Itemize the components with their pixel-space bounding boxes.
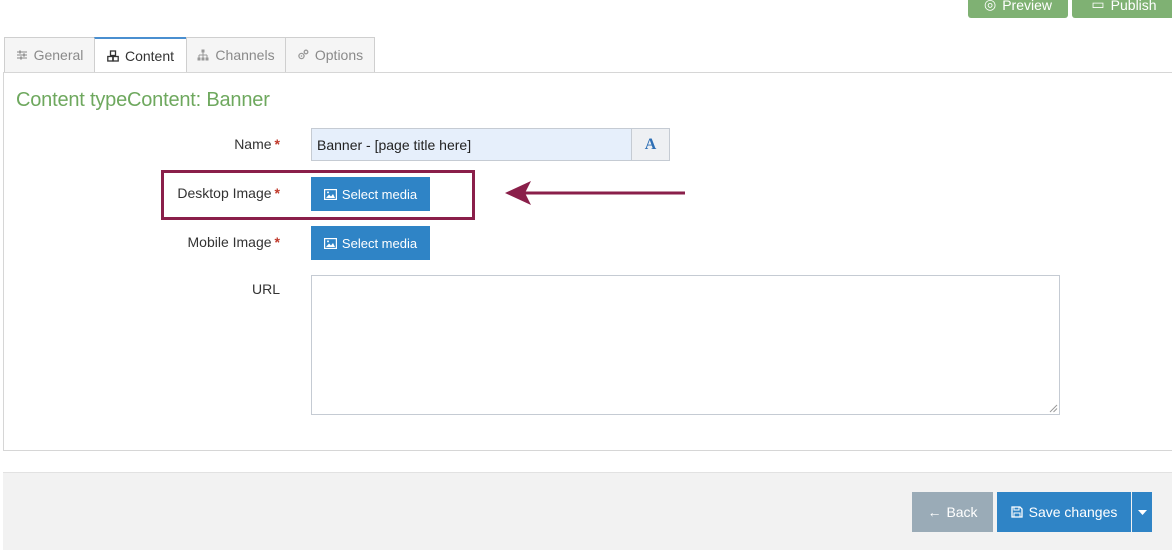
tab-general[interactable]: General <box>4 37 94 73</box>
tab-label: Options <box>314 47 364 63</box>
resize-grip-icon[interactable] <box>1049 404 1058 413</box>
tab-bar: General Content Channels Options <box>4 37 375 74</box>
required-mark: * <box>274 234 280 250</box>
select-media-label: Select media <box>341 235 418 251</box>
mobile-image-label: Mobile Image * <box>187 234 281 250</box>
sitemap-icon <box>197 49 209 61</box>
annotation-arrow-icon <box>505 181 685 205</box>
font-icon: A <box>644 135 657 153</box>
save-changes-button[interactable]: Save changes <box>997 492 1131 532</box>
back-label: Back <box>946 504 978 520</box>
tab-label: General <box>33 47 84 63</box>
cubes-icon <box>107 50 119 62</box>
required-mark: * <box>274 136 280 152</box>
page-title: Content typeContent: Banner <box>16 89 270 111</box>
caret-down-icon <box>1137 509 1147 515</box>
tab-options[interactable]: Options <box>285 37 375 73</box>
tab-label: Channels <box>215 47 275 63</box>
tab-channels[interactable]: Channels <box>186 37 285 73</box>
publish-button[interactable]: ▭ Publish <box>1072 0 1172 18</box>
sliders-icon <box>16 50 27 60</box>
gears-icon <box>298 49 309 60</box>
save-options-dropdown-button[interactable] <box>1132 492 1152 532</box>
tab-label: Content <box>124 48 175 64</box>
url-label: URL <box>251 281 280 297</box>
tab-content[interactable]: Content <box>94 37 186 74</box>
floppy-disk-icon <box>1010 506 1023 518</box>
back-button[interactable]: ← Back <box>912 492 993 532</box>
font-style-button[interactable]: A <box>631 128 670 161</box>
publish-label: Publish <box>1110 0 1157 13</box>
url-textarea[interactable] <box>311 275 1060 415</box>
name-input[interactable] <box>311 128 632 161</box>
arrow-left-icon: ← <box>927 504 942 520</box>
publish-icon: ▭ <box>1091 0 1105 12</box>
preview-button[interactable]: ◎ Preview <box>968 0 1068 18</box>
name-label: Name * <box>234 136 280 152</box>
image-icon <box>323 237 337 249</box>
preview-label: Preview <box>1002 0 1052 13</box>
eye-icon: ◎ <box>983 0 997 12</box>
annotation-highlight-box <box>161 170 475 220</box>
mobile-select-media-button[interactable]: Select media <box>311 226 430 260</box>
save-label: Save changes <box>1028 504 1118 520</box>
